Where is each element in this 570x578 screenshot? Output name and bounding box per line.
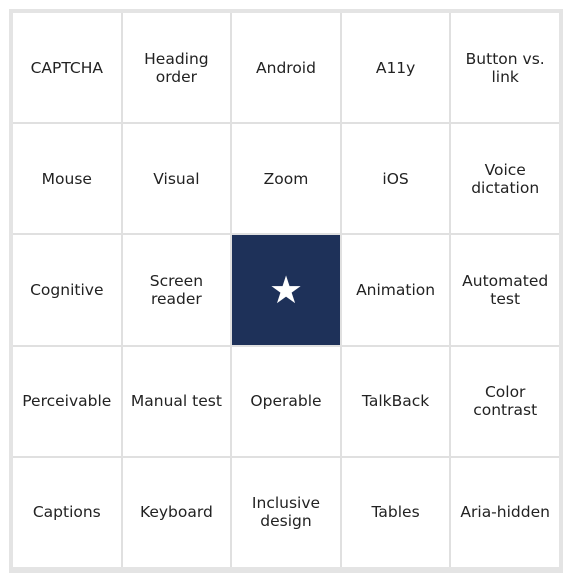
- bingo-cell-label: Captions: [32, 503, 101, 522]
- bingo-cell-label: Screen reader: [149, 271, 204, 308]
- bingo-cell[interactable]: iOS: [341, 124, 450, 234]
- bingo-cell-label: Inclusive design: [251, 494, 321, 531]
- bingo-cell[interactable]: Color contrast: [451, 346, 559, 456]
- bingo-cell-label: TalkBack: [361, 392, 430, 411]
- bingo-cell[interactable]: Cognitive: [13, 235, 121, 345]
- bingo-cell-label: A11y: [375, 58, 416, 77]
- bingo-cell-label: Button vs. link: [465, 49, 545, 86]
- bingo-cell[interactable]: Perceivable: [13, 346, 121, 456]
- bingo-cell[interactable]: Operable: [232, 346, 340, 456]
- bingo-cell-label: Visual: [153, 169, 200, 188]
- bingo-cell[interactable]: Mouse: [13, 124, 121, 234]
- bingo-cell[interactable]: TalkBack: [341, 346, 450, 456]
- bingo-cell[interactable]: Automated test: [451, 235, 559, 345]
- bingo-cell-label: Operable: [250, 392, 322, 411]
- bingo-cell[interactable]: CAPTCHA: [13, 13, 121, 123]
- bingo-grid: CAPTCHA Heading order Android A11y Button vs…: [13, 13, 559, 567]
- bingo-cell[interactable]: Aria-hidden: [451, 457, 559, 567]
- bingo-card: CAPTCHA Heading order Android A11y Button vs…: [9, 9, 563, 573]
- bingo-cell-label: Color contrast: [473, 383, 538, 420]
- bingo-cell[interactable]: Button vs. link: [451, 13, 559, 123]
- bingo-cell-label: Cognitive: [30, 280, 104, 299]
- bingo-cell-label: Mouse: [41, 169, 92, 188]
- bingo-cell-label: iOS: [382, 169, 409, 188]
- bingo-cell-label: Animation: [356, 280, 436, 299]
- bingo-cell-label: Heading order: [144, 49, 209, 86]
- bingo-cell[interactable]: Visual: [122, 124, 231, 234]
- bingo-cell-label: Voice dictation: [471, 160, 540, 197]
- bingo-cell-label: Tables: [371, 503, 420, 522]
- bingo-cell-label: Perceivable: [22, 392, 112, 411]
- bingo-cell[interactable]: Screen reader: [122, 235, 231, 345]
- bingo-cell[interactable]: Heading order: [122, 13, 231, 123]
- bingo-cell[interactable]: A11y: [341, 13, 450, 123]
- bingo-cell[interactable]: Manual test: [122, 346, 231, 456]
- bingo-cell[interactable]: Voice dictation: [451, 124, 559, 234]
- star-icon: ★: [268, 267, 304, 312]
- bingo-cell[interactable]: Keyboard: [122, 457, 231, 567]
- bingo-cell-label: Android: [256, 58, 316, 77]
- bingo-cell[interactable]: Android: [232, 13, 340, 123]
- bingo-cell-label: Manual test: [130, 392, 222, 411]
- bingo-cell-label: Zoom: [263, 169, 309, 188]
- bingo-cell[interactable]: Tables: [341, 457, 450, 567]
- bingo-cell[interactable]: Zoom: [232, 124, 340, 234]
- bingo-cell-label: Automated test: [462, 271, 549, 308]
- bingo-cell-label: Aria-hidden: [460, 503, 550, 522]
- bingo-cell[interactable]: Inclusive design: [232, 457, 340, 567]
- free-space-cell[interactable]: ★: [232, 235, 340, 345]
- bingo-cell-label: CAPTCHA: [30, 58, 103, 77]
- bingo-cell[interactable]: Captions: [13, 457, 121, 567]
- bingo-cell-label: Keyboard: [139, 503, 213, 522]
- bingo-cell[interactable]: Animation: [341, 235, 450, 345]
